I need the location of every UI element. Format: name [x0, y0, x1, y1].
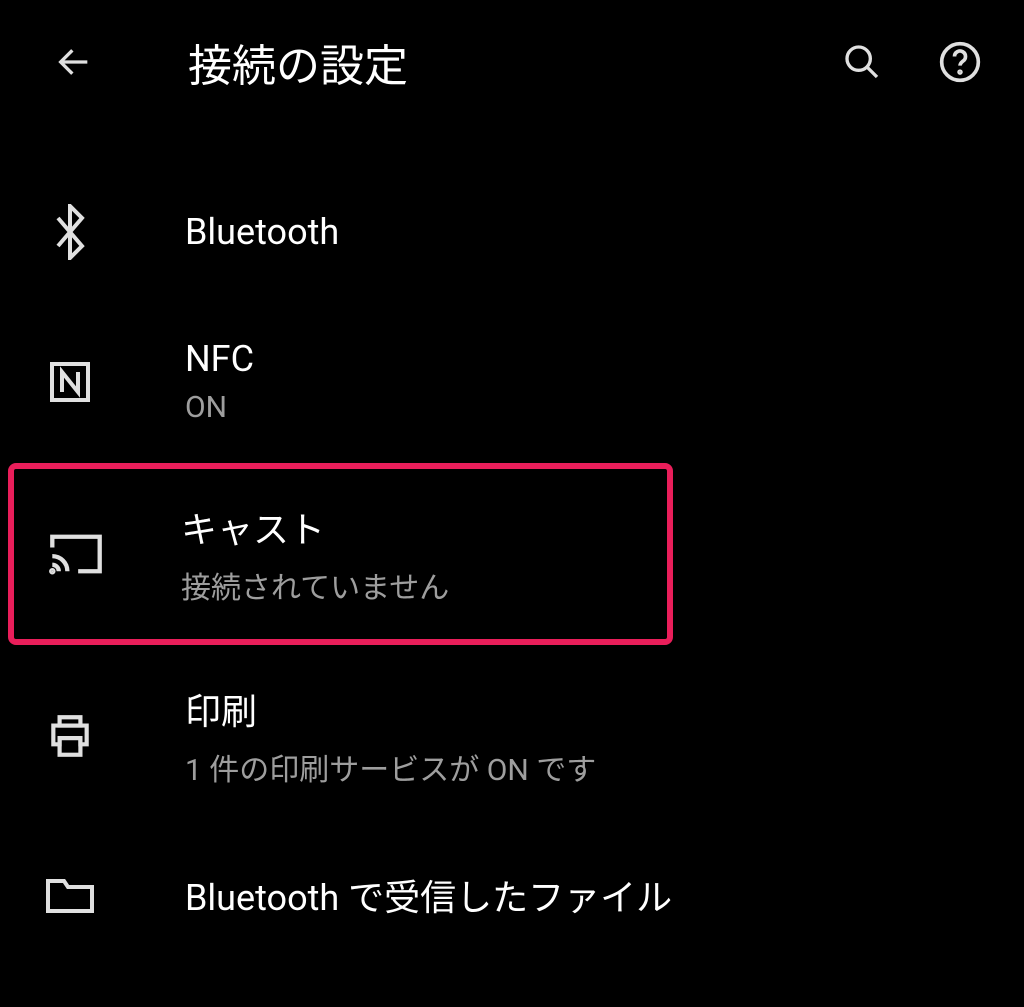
settings-list: Bluetooth NFC ON キャスト 接続されていません	[0, 134, 1024, 993]
list-title: キャスト	[181, 501, 449, 553]
list-title: NFC	[185, 338, 254, 380]
cast-icon	[46, 524, 106, 584]
header: 接続の設定	[0, 0, 1024, 134]
list-subtitle: 1 件の印刷サービスが ON です	[185, 745, 596, 789]
arrow-left-icon	[54, 42, 94, 82]
nfc-icon	[40, 352, 100, 412]
search-button[interactable]	[838, 38, 886, 86]
list-content: Bluetooth	[185, 211, 339, 253]
header-actions	[838, 38, 984, 86]
list-item-bluetooth-files[interactable]: Bluetooth で受信したファイル	[0, 827, 1024, 963]
list-title: Bluetooth	[185, 211, 339, 253]
page-title: 接続の設定	[188, 30, 798, 94]
back-button[interactable]	[50, 38, 98, 86]
list-subtitle: ON	[185, 390, 254, 425]
list-item-bluetooth[interactable]: Bluetooth	[0, 164, 1024, 300]
bluetooth-icon	[40, 202, 100, 262]
help-button[interactable]	[936, 38, 984, 86]
print-icon	[40, 706, 100, 766]
list-content: NFC ON	[185, 338, 254, 425]
list-content: 印刷 1 件の印刷サービスが ON です	[185, 683, 596, 789]
list-content: キャスト 接続されていません	[181, 501, 449, 607]
help-icon	[938, 40, 982, 84]
list-title: 印刷	[185, 683, 596, 735]
list-content: Bluetooth で受信したファイル	[185, 869, 672, 921]
list-item-print[interactable]: 印刷 1 件の印刷サービスが ON です	[0, 645, 1024, 827]
search-icon	[842, 42, 882, 82]
list-title: Bluetooth で受信したファイル	[185, 869, 672, 921]
list-item-cast[interactable]: キャスト 接続されていません	[8, 463, 673, 645]
folder-icon	[40, 865, 100, 925]
list-item-nfc[interactable]: NFC ON	[0, 300, 1024, 463]
list-subtitle: 接続されていません	[181, 563, 449, 607]
